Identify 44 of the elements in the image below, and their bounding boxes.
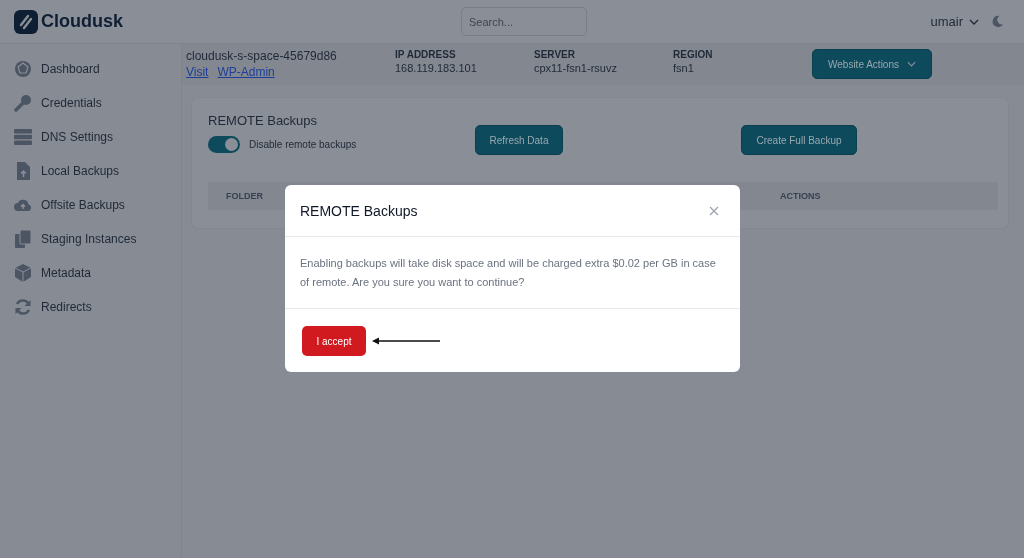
key-icon — [14, 94, 32, 112]
website-actions-button[interactable]: Website Actions — [812, 49, 932, 79]
copy-icon — [14, 230, 32, 248]
user-menu[interactable]: umair — [930, 14, 979, 29]
link[interactable]: WP-Admin — [217, 65, 275, 79]
field-value: 168.119.183.101 — [395, 62, 478, 74]
column-header: ACTIONS — [780, 191, 821, 201]
chevron-icon — [907, 61, 916, 67]
card-title: REMOTE Backups — [208, 113, 319, 128]
column-header: FOLDER — [226, 191, 263, 201]
field-label: IP ADDRESS — [395, 49, 457, 60]
close-icon[interactable] — [709, 205, 719, 216]
accept-button[interactable]: I accept — [302, 326, 366, 356]
file-upload-icon — [14, 162, 32, 180]
refresh-icon — [14, 298, 32, 316]
moon-icon[interactable] — [991, 15, 1004, 28]
backup-button[interactable]: Create Full Backup — [741, 125, 857, 155]
sidebar-item[interactable]: Dashboard — [0, 52, 181, 86]
sidebar-item[interactable]: Offsite Backups — [0, 188, 181, 222]
sidebar-item[interactable]: Metadata — [0, 256, 181, 290]
sidebar-item[interactable]: DNS Settings — [0, 120, 181, 154]
cube-icon — [14, 264, 32, 282]
sidebar-item[interactable]: Staging Instances — [0, 222, 181, 256]
server-icon — [14, 128, 32, 146]
field-value: cpx11-fsn1-rsuvz — [534, 62, 618, 74]
brand-name: Cloudusk — [41, 11, 123, 32]
arrow-icon — [372, 337, 440, 345]
search-field[interactable]: Search... — [461, 7, 587, 36]
toggle-switch[interactable] — [208, 136, 240, 153]
field-value: fsn1 — [673, 62, 695, 74]
site-name: cloudusk-s-space-45679d86 — [186, 49, 338, 63]
toggle-label: Disable remote backups — [249, 139, 357, 150]
refresh-button[interactable]: Refresh Data — [475, 125, 563, 155]
logo-icon — [14, 9, 38, 34]
field-label: REGION — [673, 49, 714, 60]
sidebar-item[interactable]: Local Backups — [0, 154, 181, 188]
sidebar-item[interactable]: Redirects — [0, 290, 181, 324]
compass-icon — [14, 60, 32, 78]
dialog-title: REMOTE Backups — [300, 202, 418, 219]
chevron-icon — [969, 18, 979, 25]
link[interactable]: Visit — [186, 65, 209, 79]
field-label: SERVER — [534, 49, 576, 60]
dialog-message: Enabling backups will take disk space and will be charged extra $0.02 per GB in case of remote. Are you sure you want to continue? — [300, 255, 717, 290]
sidebar-item[interactable]: Credentials — [0, 86, 181, 120]
